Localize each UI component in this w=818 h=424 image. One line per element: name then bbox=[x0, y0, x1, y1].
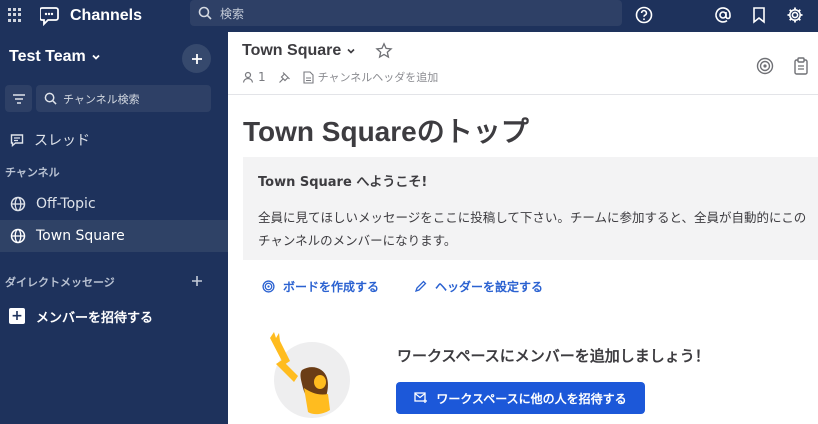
plus-icon bbox=[191, 53, 202, 64]
channel-intro-title: Town Squareのトップ bbox=[243, 116, 529, 147]
team-name-menu[interactable]: Test Team bbox=[9, 48, 102, 66]
member-count-button[interactable]: 1 bbox=[242, 70, 266, 84]
team-header: Test Team bbox=[0, 32, 228, 84]
search-icon bbox=[198, 6, 212, 20]
plus-box-icon: + bbox=[9, 308, 25, 324]
invite-members-heading: ワークスペースにメンバーを追加しましょう！ bbox=[397, 347, 710, 365]
channel-name: Town Square bbox=[242, 42, 342, 59]
mentions-icon[interactable] bbox=[712, 4, 734, 26]
product-switcher[interactable]: Channels bbox=[40, 4, 142, 28]
globe-icon bbox=[10, 228, 26, 244]
boards-target-icon[interactable] bbox=[754, 55, 776, 77]
member-count: 1 bbox=[258, 70, 266, 84]
welcome-heading: Town Square へようこそ! bbox=[258, 175, 428, 190]
welcome-body: 全員に見てほしいメッセージをここに投稿して下さい。チームに参加すると、全員が自動… bbox=[258, 210, 807, 248]
member-icon bbox=[242, 71, 254, 83]
invite-mail-icon bbox=[414, 392, 428, 403]
settings-gear-icon[interactable] bbox=[784, 4, 806, 26]
filter-button[interactable] bbox=[5, 85, 32, 112]
channel-name-menu[interactable]: Town Square bbox=[242, 42, 357, 60]
search-placeholder: 検索 bbox=[220, 6, 245, 21]
find-channel-input[interactable]: チャンネル検索 bbox=[36, 85, 211, 112]
sidebar-item-label: Town Square bbox=[36, 228, 125, 244]
channels-section-header[interactable]: チャンネル bbox=[5, 164, 60, 180]
channel-intro-message: Town Square へようこそ! 全員に見てほしいメッセージをここに投稿して… bbox=[243, 157, 818, 260]
document-icon bbox=[303, 70, 314, 84]
sidebar-item-town-square[interactable]: Town Square bbox=[0, 220, 228, 252]
product-title: Channels bbox=[70, 7, 143, 24]
sidebar: Test Team チャンネル検索 スレッド チャンネル Off-Topic T… bbox=[0, 32, 228, 424]
saved-messages-icon[interactable] bbox=[748, 4, 770, 26]
create-board-label: ボードを作成する bbox=[283, 280, 380, 294]
boards-target-icon bbox=[262, 280, 275, 293]
chevron-down-icon bbox=[347, 48, 355, 54]
search-icon bbox=[44, 92, 57, 105]
invite-members-button[interactable]: + メンバーを招待する bbox=[0, 300, 228, 332]
create-board-button[interactable]: ボードを作成する bbox=[262, 278, 379, 295]
global-header: Channels 検索 bbox=[0, 0, 818, 32]
channel-meta: 1 チャンネルヘッダを追加 bbox=[242, 69, 450, 85]
channel-header: Town Square 1 チャンネルヘッダを追加 bbox=[228, 32, 818, 95]
sidebar-item-off-topic[interactable]: Off-Topic bbox=[0, 188, 228, 220]
direct-messages-section-header[interactable]: ダイレクトメッセージ bbox=[5, 274, 115, 290]
globe-icon bbox=[10, 196, 26, 212]
sidebar-item-threads[interactable]: スレッド bbox=[0, 124, 228, 156]
sidebar-item-label: Off-Topic bbox=[36, 196, 96, 212]
pinned-messages-icon[interactable] bbox=[278, 71, 291, 84]
product-menu-grid-icon[interactable] bbox=[8, 8, 22, 22]
add-channel-header-text: チャンネルヘッダを追加 bbox=[317, 71, 439, 84]
channels-icon bbox=[40, 7, 59, 26]
help-icon[interactable] bbox=[633, 4, 655, 26]
search-input[interactable]: 検索 bbox=[190, 0, 622, 26]
channel-info-clipboard-icon[interactable] bbox=[790, 55, 812, 77]
pencil-icon bbox=[414, 280, 427, 293]
add-direct-message-icon[interactable] bbox=[189, 273, 205, 289]
favorite-star-icon[interactable] bbox=[375, 42, 393, 64]
team-name: Test Team bbox=[9, 48, 86, 65]
threads-icon bbox=[10, 134, 24, 147]
filter-icon bbox=[12, 93, 25, 104]
invite-illustration bbox=[270, 332, 350, 418]
set-header-button[interactable]: ヘッダーを設定する bbox=[414, 278, 543, 295]
invite-people-button[interactable]: ワークスペースに他の人を招待する bbox=[396, 382, 645, 414]
set-header-label: ヘッダーを設定する bbox=[435, 280, 544, 294]
find-channel-placeholder: チャンネル検索 bbox=[63, 92, 140, 106]
chevron-down-icon bbox=[92, 54, 100, 60]
invite-members-label: メンバーを招待する bbox=[36, 310, 154, 326]
add-button[interactable] bbox=[182, 44, 211, 73]
invite-people-label: ワークスペースに他の人を招待する bbox=[436, 391, 627, 406]
add-channel-header-button[interactable]: チャンネルヘッダを追加 bbox=[303, 69, 439, 85]
sidebar-item-label: スレッド bbox=[34, 133, 90, 149]
